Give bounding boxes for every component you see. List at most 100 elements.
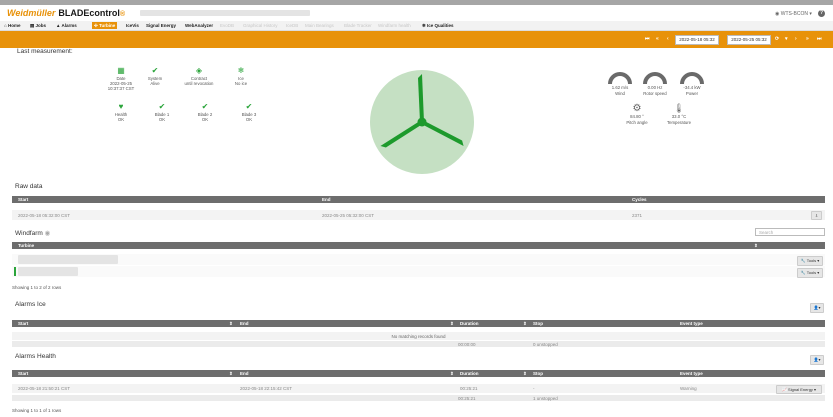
nav-ice-qualities[interactable]: ❄ Ice Qualities (422, 22, 454, 29)
next-fast-icon[interactable]: » (806, 36, 809, 42)
prev-icon[interactable]: ‹ (667, 36, 669, 42)
col-end[interactable]: End (240, 321, 249, 326)
table-row[interactable]: 2022-05-18 05:32:00 CST 2022-05-25 05:32… (12, 210, 825, 220)
table-row[interactable] (12, 266, 825, 277)
raw-data-title: Raw data (15, 183, 43, 190)
alarms-health-header: Start ⇕ End ⇕ Duration ⇕ Stop Event type (12, 370, 825, 377)
chevron-down-icon: ▾ (808, 11, 812, 17)
nav-home[interactable]: ⌂ Home (4, 22, 20, 29)
nav-blade-tracker[interactable]: Blade Tracker (344, 22, 372, 29)
nav-alarms[interactable]: ▲ Alarms (56, 22, 77, 29)
alarms-health-footer: Showing 1 to 1 of 1 rows (12, 408, 62, 413)
eye-icon[interactable]: ◉ (43, 230, 51, 237)
nav-turbine[interactable]: ✣ Turbine (92, 22, 118, 29)
first-page-icon[interactable]: ⏮ (645, 36, 650, 42)
date-to-input[interactable]: 2022-05-25 05:32 (727, 35, 771, 45)
gauge-rotor-speed-arc (643, 72, 667, 85)
status-system: ✔ System Alive (140, 67, 170, 87)
check-icon: ✔ (245, 102, 253, 111)
download-icon: ⇩ (814, 213, 819, 218)
brand-name: Weidmüller (7, 8, 56, 18)
chevron-down-icon[interactable]: ▾ (785, 36, 788, 42)
col-start[interactable]: Start (18, 371, 28, 376)
windfarm-title: Windfarm ◉ (15, 230, 51, 237)
date-from-input[interactable]: 2022-05-18 05:32 (675, 35, 719, 45)
last-page-icon[interactable]: ⏭ (817, 36, 822, 42)
table-row[interactable] (12, 254, 825, 265)
status-health: ♥ Health OK (106, 103, 136, 123)
sort-icon[interactable]: ⇕ (229, 371, 233, 377)
col-stop[interactable]: Stop (533, 371, 543, 376)
brand-tm: ® (119, 11, 126, 18)
col-event-type[interactable]: Event type (680, 371, 703, 376)
col-duration[interactable]: Duration (460, 321, 479, 326)
sort-icon[interactable]: ⇕ (450, 371, 454, 377)
nav-webanalyzer[interactable]: WebAnalyzer (185, 22, 213, 29)
col-start[interactable]: Start (18, 197, 28, 202)
status-blade-2: ✔ Blade 2 OK (190, 102, 220, 123)
tools-button[interactable]: 🔧 Tools ▾ (797, 268, 823, 278)
contract-icon: ◈ (195, 66, 203, 75)
sort-icon[interactable]: ⇕ (450, 321, 454, 327)
column-toggle-button[interactable]: 👤▾ (810, 355, 824, 365)
gauge-power: -34.4 kW Power (678, 70, 706, 96)
redacted-turbine (18, 267, 78, 276)
calendar-icon: ▦ (117, 66, 125, 75)
windfarm-header: Turbine ⇕ (12, 242, 825, 249)
app-header: Weidmüller BLADEcontrol® ◉ WTS-BCON ▾ ? (0, 5, 833, 21)
time-toolbar: ⏮ « ‹ 2022-05-18 05:32 2022-05-25 05:32 … (0, 31, 833, 48)
status-blade-3: ✔ Blade 3 OK (234, 102, 264, 123)
empty-row: No matching records found (12, 332, 825, 340)
column-toggle-button[interactable]: 👤▾ (810, 303, 824, 313)
table-row[interactable]: 2022-05-18 21:50:21 CST 2022-05-18 22:15… (12, 384, 825, 393)
col-end[interactable]: End (322, 197, 331, 202)
col-duration[interactable]: Duration (460, 371, 479, 376)
nav-windfarm-health[interactable]: Windfarm health (378, 22, 411, 29)
thermometer-icon: 🌡 (673, 103, 685, 113)
col-event-type[interactable]: Event type (680, 321, 703, 326)
col-start[interactable]: Start (18, 321, 28, 326)
last-measurement-title: Last measurement: (17, 48, 73, 55)
signal-energy-button[interactable]: 📈 Signal Energy ▾ (776, 385, 822, 394)
col-end[interactable]: End (240, 371, 249, 376)
summary-row: 00:25:21 1 unstopped (12, 395, 825, 401)
tools-button[interactable]: 🔧 Tools ▾ (797, 256, 823, 266)
col-cycles[interactable]: Cycles (632, 197, 647, 202)
brand-logo[interactable]: Weidmüller BLADEcontrol® (7, 8, 125, 18)
nav-icedb[interactable]: IceDB (286, 22, 298, 29)
gauge-power-arc (680, 72, 704, 85)
user-name: WTS-BCON (780, 11, 808, 17)
prev-fast-icon[interactable]: « (656, 36, 659, 42)
next-icon[interactable]: › (795, 36, 797, 42)
search-input[interactable]: Search (755, 228, 825, 236)
col-stop[interactable]: Stop (533, 321, 543, 326)
nav-graphical-history[interactable]: Graphical History (243, 22, 278, 29)
gears-icon: ⚙ (632, 103, 642, 114)
status-ice: ❄ Ice No ice (226, 67, 256, 87)
user-icon: 👤▾ (813, 305, 821, 310)
col-turbine[interactable]: Turbine (18, 243, 34, 248)
summary-row: 00:00:00 0 unstopped (12, 341, 825, 347)
sort-icon[interactable]: ⇕ (523, 371, 527, 377)
raw-data-header: Start End Cycles (12, 196, 825, 203)
nav-signal-energy[interactable]: Signal Energy (146, 22, 176, 29)
nav-icevis[interactable]: IceVis (126, 22, 139, 29)
main-nav: ⌂ Home ▤ Jobs ▲ Alarms ✣ Turbine IceVis … (0, 21, 833, 31)
sensor-pitch-angle: ⚙ 84.80 ° Pitch angle (622, 103, 652, 125)
windfarm-footer: Showing 1 to 2 of 2 rows (12, 285, 62, 290)
nav-jobs[interactable]: ▤ Jobs (30, 22, 46, 29)
sort-icon[interactable]: ⇕ (754, 243, 758, 249)
nav-main-bearings[interactable]: Main Bearings (305, 22, 334, 29)
refresh-icon[interactable]: ⟳ (775, 36, 779, 42)
alarms-ice-title: Alarms Ice (15, 301, 46, 308)
check-icon: ✔ (201, 102, 209, 111)
help-icon[interactable]: ? (818, 10, 825, 17)
user-menu[interactable]: ◉ WTS-BCON ▾ (775, 11, 812, 17)
status-blade-1: ✔ Blade 1 OK (147, 102, 177, 123)
redacted-title (140, 10, 310, 16)
sort-icon[interactable]: ⇕ (229, 321, 233, 327)
check-icon: ✔ (158, 102, 166, 111)
download-button[interactable]: ⇩ (811, 211, 822, 220)
nav-evodb[interactable]: EvoDB (220, 22, 234, 29)
sort-icon[interactable]: ⇕ (523, 321, 527, 327)
